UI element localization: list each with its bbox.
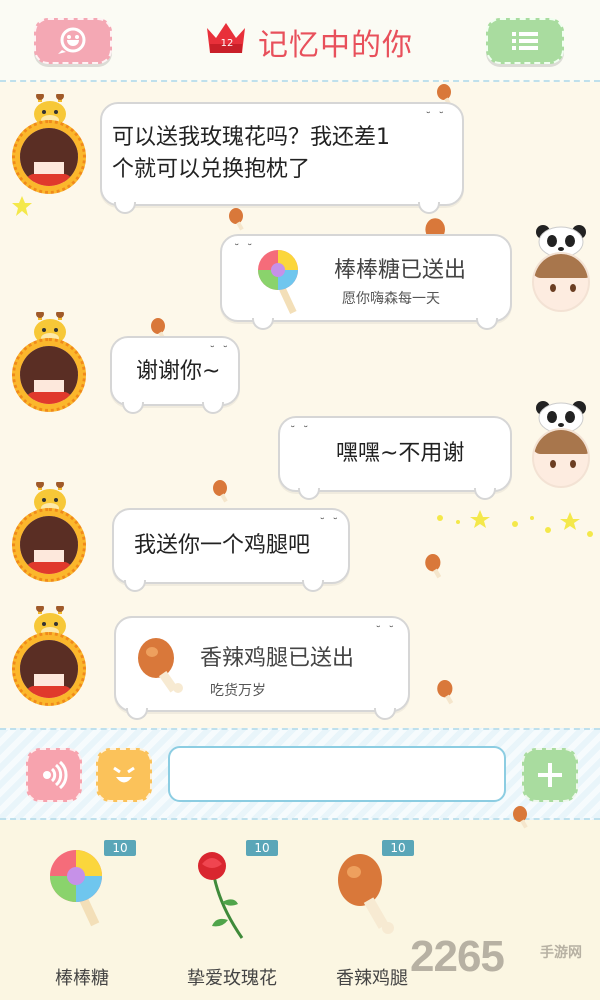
message-bubble[interactable]: ˘ ˘ 谢谢你~ [110, 336, 240, 414]
message-input[interactable] [168, 746, 506, 802]
gift-name: 挚爱玫瑰花 [187, 968, 277, 989]
message-bubble[interactable]: ˘ ˘ 嘿嘿~不用谢 [278, 416, 512, 500]
star-icon [12, 196, 32, 216]
girl-avatar[interactable] [8, 94, 92, 194]
drumstick-deco-icon [437, 680, 454, 705]
drumstick-deco-icon [229, 208, 244, 231]
voice-button[interactable] [26, 748, 82, 802]
message-text: 谢谢你~ [136, 359, 221, 384]
drumstick-deco-icon [425, 554, 442, 579]
menu-icon [512, 32, 538, 50]
gift-subtitle: 吃货万岁 [210, 683, 266, 699]
header-bar: 12 记忆中的你 [0, 0, 600, 82]
message-text: 我送你一个鸡腿吧 [134, 533, 311, 558]
drumstick-icon [338, 854, 394, 934]
gift-message-bubble[interactable]: ˘ ˘ 香辣鸡腿已送出 吃货万岁 [114, 616, 410, 720]
rose-icon [198, 852, 244, 939]
emoji-button[interactable] [96, 748, 152, 802]
add-button[interactable] [522, 748, 578, 802]
message-bubble[interactable]: ˘ ˘ 可以送我玫瑰花吗？我还差1 个就可以兑换抱枕了 [100, 102, 464, 214]
voice-icon [43, 760, 68, 790]
drumstick-icon [138, 638, 183, 693]
plus-icon [538, 763, 562, 787]
page-title: 记忆中的你 [258, 28, 413, 63]
gift-title: 香辣鸡腿已送出 [200, 646, 355, 671]
boy-avatar[interactable] [524, 400, 598, 500]
input-bar [0, 728, 600, 820]
gift-item-rose[interactable]: 10 挚爱玫瑰花 [178, 840, 298, 990]
girl-avatar[interactable] [8, 606, 92, 706]
friends-icon [58, 27, 86, 54]
lollipop-icon [258, 250, 298, 314]
friends-button[interactable] [34, 18, 112, 64]
level-badge: 12 [220, 38, 234, 49]
emoji-icon [113, 766, 135, 783]
boy-avatar[interactable] [524, 224, 598, 324]
watermark-text: 手游网 [540, 945, 582, 961]
gift-message-bubble[interactable]: ˘ ˘ 棒棒糖已送出 愿你嗨森每一天 [220, 234, 512, 330]
drumstick-deco-icon [513, 806, 528, 829]
message-text: 嘿嘿~不用谢 [336, 441, 465, 466]
gift-subtitle: 愿你嗨森每一天 [342, 291, 440, 307]
gift-item-lollipop[interactable]: 10 棒棒糖 [22, 840, 142, 990]
gift-tray: 10 棒棒糖 10 挚爱玫瑰花 10 香辣鸡腿 2265 手游网 [0, 806, 600, 1000]
message-text: 可以送我玫瑰花吗？我还差1 个就可以兑换抱枕了 [112, 125, 390, 182]
message-bubble[interactable]: ˘ ˘ 我送你一个鸡腿吧 [112, 508, 350, 592]
gift-name: 棒棒糖 [55, 968, 109, 989]
menu-button[interactable] [486, 18, 564, 64]
girl-avatar[interactable] [8, 482, 92, 582]
girl-avatar[interactable] [8, 312, 92, 412]
stars-decoration-icon [437, 510, 593, 537]
lollipop-icon [50, 850, 102, 927]
chat-area[interactable]: ˘ ˘ 可以送我玫瑰花吗？我还差1 个就可以兑换抱枕了 ˘ ˘ 棒棒糖已送出 愿… [0, 84, 600, 728]
watermark-logo: 2265 [410, 932, 505, 981]
gift-title: 棒棒糖已送出 [334, 258, 467, 283]
drumstick-deco-icon [213, 480, 228, 503]
